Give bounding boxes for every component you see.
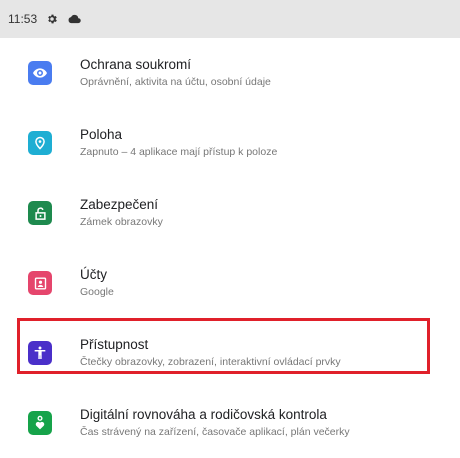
setting-item-location[interactable]: Poloha Zapnuto – 4 aplikace mají přístup… <box>0 108 460 178</box>
accessibility-person-icon <box>28 341 52 365</box>
settings-list: Ochrana soukromí Oprávnění, aktivita na … <box>0 38 460 458</box>
setting-subtitle: Google <box>80 286 114 298</box>
setting-subtitle: Zapnuto – 4 aplikace mají přístup k polo… <box>80 146 278 158</box>
setting-title: Digitální rovnováha a rodičovská kontrol… <box>80 407 327 422</box>
setting-title: Přístupnost <box>80 337 149 352</box>
setting-subtitle: Čtečky obrazovky, zobrazení, interaktivn… <box>80 356 341 368</box>
setting-title: Zabezpečení <box>80 197 159 212</box>
privacy-eye-icon <box>28 61 52 85</box>
setting-subtitle: Oprávnění, aktivita na účtu, osobní údaj… <box>80 76 271 88</box>
setting-item-accounts[interactable]: Účty Google <box>0 248 460 318</box>
cloud-icon <box>67 12 81 26</box>
setting-title: Poloha <box>80 127 123 142</box>
setting-title: Ochrana soukromí <box>80 57 192 72</box>
setting-item-security[interactable]: Zabezpečení Zámek obrazovky <box>0 178 460 248</box>
setting-subtitle: Zámek obrazovky <box>80 216 163 228</box>
gear-icon <box>45 12 59 26</box>
unlocked-padlock-icon <box>28 201 52 225</box>
setting-subtitle: Čas strávený na zařízení, časovače aplik… <box>80 426 350 438</box>
setting-item-digital-wellbeing[interactable]: Digitální rovnováha a rodičovská kontrol… <box>0 388 460 458</box>
setting-title: Účty <box>80 267 107 282</box>
status-bar: 11:53 <box>0 0 460 38</box>
wellbeing-heart-icon <box>28 411 52 435</box>
account-card-icon <box>28 271 52 295</box>
location-pin-icon <box>28 131 52 155</box>
status-time: 11:53 <box>8 12 38 26</box>
setting-item-accessibility[interactable]: Přístupnost Čtečky obrazovky, zobrazení,… <box>0 318 460 388</box>
setting-item-privacy[interactable]: Ochrana soukromí Oprávnění, aktivita na … <box>0 38 460 108</box>
